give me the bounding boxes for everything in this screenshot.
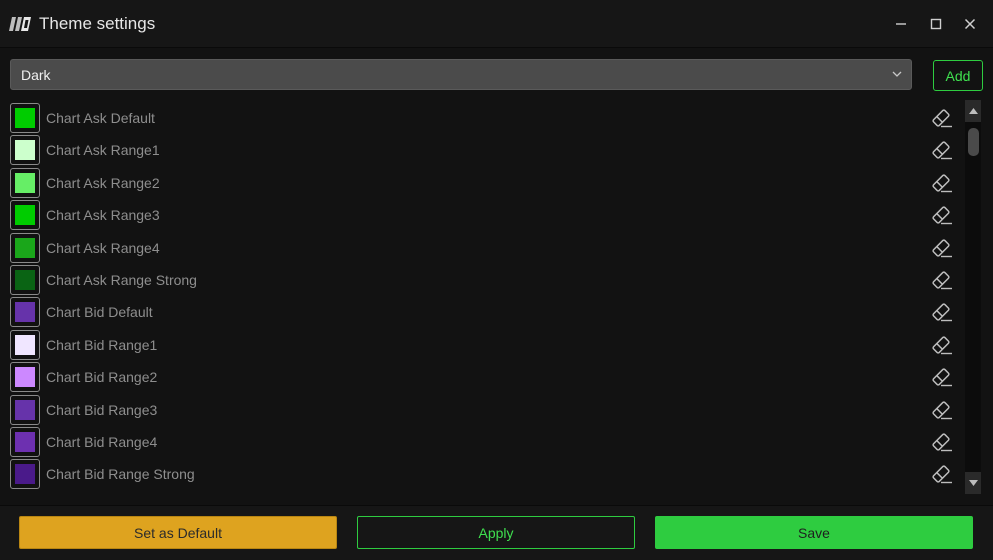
- color-row: Chart Ask Range2: [0, 167, 965, 199]
- color-swatch-button[interactable]: [10, 167, 40, 198]
- footer: Set as Default Apply Save: [0, 505, 993, 560]
- color-swatch-button[interactable]: [10, 362, 40, 393]
- color-row: Chart Ask Range3: [0, 199, 965, 231]
- color-row-label: Chart Ask Range1: [46, 142, 160, 159]
- color-row-label: Chart Bid Default: [46, 304, 153, 321]
- eraser-icon[interactable]: [931, 400, 953, 420]
- color-row-label: Chart Ask Range3: [46, 207, 160, 224]
- color-row: Chart Bid Range1: [0, 329, 965, 361]
- eraser-icon[interactable]: [931, 464, 953, 484]
- color-swatch-button[interactable]: [10, 265, 40, 295]
- color-row-label: Chart Bid Range2: [46, 369, 158, 386]
- scroll-up-button[interactable]: [965, 100, 981, 122]
- color-swatch: [15, 205, 35, 226]
- eraser-icon[interactable]: [931, 432, 953, 452]
- eraser-icon[interactable]: [931, 302, 953, 322]
- save-button[interactable]: Save: [655, 516, 973, 549]
- color-swatch: [15, 237, 35, 258]
- minimize-icon: [896, 23, 906, 25]
- eraser-icon[interactable]: [931, 173, 953, 193]
- color-swatch: [15, 334, 35, 355]
- apply-button[interactable]: Apply: [357, 516, 635, 549]
- color-swatch-button[interactable]: [10, 200, 40, 231]
- color-row: Chart Ask Range Strong: [0, 264, 965, 296]
- color-row: Chart Ask Range1: [0, 134, 965, 166]
- maximize-icon: [930, 18, 942, 30]
- minimize-button[interactable]: [889, 12, 913, 36]
- color-row-label: Chart Ask Default: [46, 110, 155, 126]
- maximize-button[interactable]: [924, 12, 948, 36]
- color-row-label: Chart Ask Range2: [46, 174, 160, 191]
- color-swatch-button[interactable]: [10, 135, 40, 166]
- color-swatch: [15, 108, 35, 128]
- add-button[interactable]: Add: [933, 60, 983, 91]
- color-swatch-button[interactable]: [10, 103, 40, 133]
- color-swatch: [15, 432, 35, 452]
- color-row-label: Chart Bid Range3: [46, 401, 158, 418]
- title-bar: Theme settings: [0, 0, 993, 48]
- scroll-down-arrow-icon: [968, 480, 978, 486]
- color-row: Chart Bid Range4: [0, 426, 965, 458]
- scroll-down-button[interactable]: [965, 472, 981, 494]
- color-swatch-button[interactable]: [10, 394, 40, 425]
- color-row: Chart Bid Range3: [0, 394, 965, 426]
- color-swatch-button[interactable]: [10, 329, 40, 360]
- eraser-icon[interactable]: [931, 238, 953, 258]
- color-swatch: [15, 140, 35, 161]
- eraser-icon[interactable]: [931, 140, 953, 160]
- color-swatch: [15, 367, 35, 388]
- color-swatch-button[interactable]: [10, 297, 40, 328]
- color-swatch: [15, 302, 35, 323]
- color-row: Chart Bid Range2: [0, 361, 965, 393]
- color-swatch: [15, 172, 35, 193]
- theme-select-value: Dark: [21, 67, 51, 83]
- eraser-icon[interactable]: [931, 335, 953, 355]
- eraser-icon[interactable]: [931, 270, 953, 290]
- eraser-icon[interactable]: [931, 367, 953, 387]
- color-row-label: Chart Bid Range Strong: [46, 466, 195, 483]
- color-row: Chart Bid Default: [0, 296, 965, 328]
- color-row-label: Chart Ask Range Strong: [46, 272, 197, 288]
- color-swatch-button[interactable]: [10, 427, 40, 457]
- color-swatch: [15, 464, 35, 485]
- color-row: Chart Ask Range4: [0, 232, 965, 264]
- color-row: Chart Bid Range Strong: [0, 458, 965, 490]
- list-scrollbar[interactable]: [965, 100, 981, 494]
- color-swatch-button[interactable]: [10, 459, 40, 490]
- app-logo-icon: [9, 17, 31, 31]
- color-swatch: [15, 270, 35, 290]
- color-swatch-button[interactable]: [10, 232, 40, 263]
- color-row: Chart Ask Default: [0, 102, 965, 134]
- chevron-down-icon: [892, 71, 902, 77]
- color-row-label: Chart Ask Range4: [46, 239, 160, 256]
- theme-select[interactable]: Dark: [10, 59, 912, 90]
- scroll-thumb[interactable]: [968, 128, 979, 156]
- color-list: Chart Ask Default Chart Ask Range1 Chart A…: [0, 102, 965, 494]
- color-row-label: Chart Bid Range4: [46, 434, 158, 450]
- set-as-default-button[interactable]: Set as Default: [19, 516, 337, 549]
- close-icon: [964, 18, 976, 30]
- color-row-label: Chart Bid Range1: [46, 336, 158, 353]
- eraser-icon[interactable]: [931, 205, 953, 225]
- scroll-up-arrow-icon: [968, 108, 978, 114]
- theme-toolbar: Dark Add: [0, 48, 993, 102]
- color-swatch: [15, 399, 35, 420]
- eraser-icon[interactable]: [931, 108, 953, 128]
- close-button[interactable]: [958, 12, 982, 36]
- window-title: Theme settings: [39, 14, 156, 33]
